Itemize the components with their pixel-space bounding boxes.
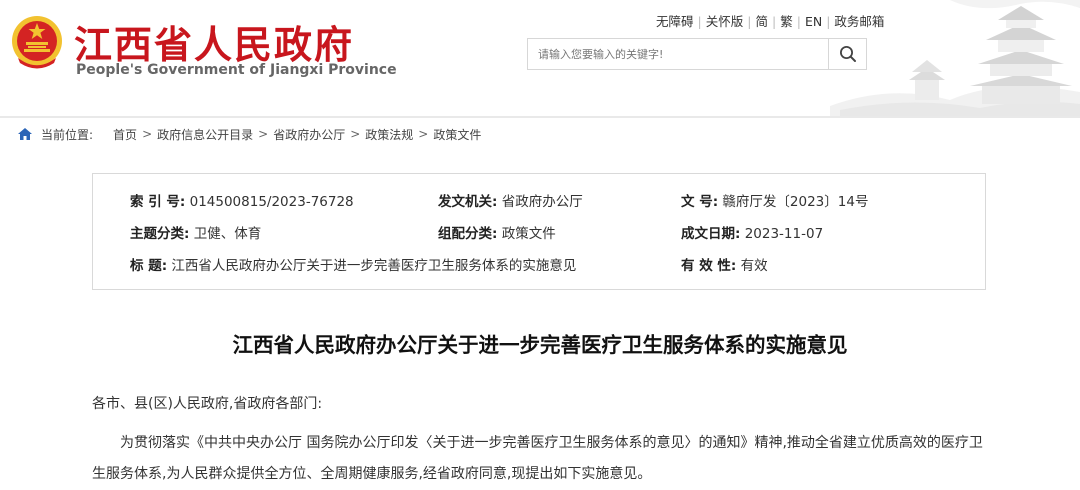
grouping-category-field: 组配分类: 政策文件 [438, 222, 556, 242]
topic-category-field: 主题分类: 卫健、体育 [130, 222, 261, 242]
breadcrumb: 当前位置: 首页 > 政府信息公开目录 > 省政府办公厅 > 政策法规 > 政策… [18, 126, 481, 142]
pavilion-illustration [830, 0, 1080, 116]
search-box [527, 38, 867, 70]
document-metadata-box: 索 引 号: 014500815/2023-76728 发文机关: 省政府办公厅… [92, 173, 986, 290]
document-number-field: 文 号: 赣府厅发〔2023〕14号 [681, 190, 868, 210]
traditional-chinese-link[interactable]: 繁 [780, 14, 793, 29]
index-number-value: 014500815/2023-76728 [189, 194, 354, 210]
breadcrumb-label: 当前位置: [41, 127, 94, 142]
breadcrumb-separator: > [258, 127, 269, 141]
issuing-authority-label: 发文机关: [438, 194, 498, 210]
breadcrumb-policies[interactable]: 政策法规 [365, 126, 413, 143]
index-number-field: 索 引 号: 014500815/2023-76728 [130, 190, 354, 210]
validity-field: 有 效 性: 有效 [681, 254, 768, 274]
validity-value: 有效 [740, 258, 768, 274]
grouping-category-value: 政策文件 [501, 226, 556, 242]
metadata-row: 标 题: 江西省人民政府办公厅关于进一步完善医疗卫生服务体系的实施意见 有 效 … [93, 254, 985, 274]
top-links-divider: | [697, 14, 702, 29]
article-salutation: 各市、县(区)人民政府,省政府各部门: [92, 396, 323, 412]
simplified-chinese-link[interactable]: 简 [755, 14, 768, 29]
breadcrumb-separator: > [142, 127, 153, 141]
written-date-value: 2023-11-07 [744, 226, 824, 242]
topic-category-value: 卫健、体育 [193, 226, 262, 242]
document-title-label: 标 题: [130, 258, 168, 274]
header-divider [0, 116, 1080, 118]
top-links-divider: | [796, 14, 801, 29]
document-number-label: 文 号: [681, 194, 719, 210]
written-date-label: 成文日期: [681, 226, 741, 242]
accessibility-link[interactable]: 无障碍 [656, 14, 694, 29]
grouping-category-label: 组配分类: [438, 226, 498, 242]
metadata-row: 主题分类: 卫健、体育 组配分类: 政策文件 成文日期: 2023-11-07 [93, 222, 985, 242]
site-subtitle: People's Government of Jiangxi Province [76, 62, 397, 78]
issuing-authority-field: 发文机关: 省政府办公厅 [438, 190, 583, 210]
site-header: 江西省人民政府 People's Government of Jiangxi P… [0, 0, 1080, 118]
breadcrumb-home[interactable]: 首页 [113, 126, 137, 143]
breadcrumb-policy-documents[interactable]: 政策文件 [433, 126, 481, 143]
home-icon [18, 128, 32, 140]
search-input[interactable] [528, 39, 828, 69]
metadata-row: 索 引 号: 014500815/2023-76728 发文机关: 省政府办公厅… [93, 190, 985, 210]
article-paragraph: 为贯彻落实《中共中央办公厅 国务院办公厅印发〈关于进一步完善医疗卫生服务体系的意… [92, 435, 983, 482]
index-number-label: 索 引 号: [130, 194, 186, 210]
validity-label: 有 效 性: [681, 258, 737, 274]
top-links-divider: | [771, 14, 777, 29]
national-emblem-icon[interactable] [10, 14, 64, 74]
document-title-value: 江西省人民政府办公厅关于进一步完善医疗卫生服务体系的实施意见 [171, 258, 577, 274]
article-title: 江西省人民政府办公厅关于进一步完善医疗卫生服务体系的实施意见 [232, 333, 848, 357]
breadcrumb-separator: > [418, 127, 429, 141]
topic-category-label: 主题分类: [130, 226, 190, 242]
document-title-field: 标 题: 江西省人民政府办公厅关于进一步完善医疗卫生服务体系的实施意见 [130, 254, 576, 274]
elderly-mode-link[interactable]: 关怀版 [706, 14, 744, 29]
issuing-authority-value: 省政府办公厅 [501, 194, 583, 210]
breadcrumb-general-office[interactable]: 省政府办公厅 [273, 126, 345, 143]
english-link[interactable]: EN [805, 14, 822, 29]
top-links-divider: | [747, 14, 752, 29]
document-number-value: 赣府厅发〔2023〕14号 [722, 194, 869, 210]
breadcrumb-info-catalog[interactable]: 政府信息公开目录 [157, 126, 253, 143]
site-title[interactable]: 江西省人民政府 [74, 14, 354, 69]
written-date-field: 成文日期: 2023-11-07 [681, 222, 823, 242]
breadcrumb-separator: > [350, 127, 361, 141]
